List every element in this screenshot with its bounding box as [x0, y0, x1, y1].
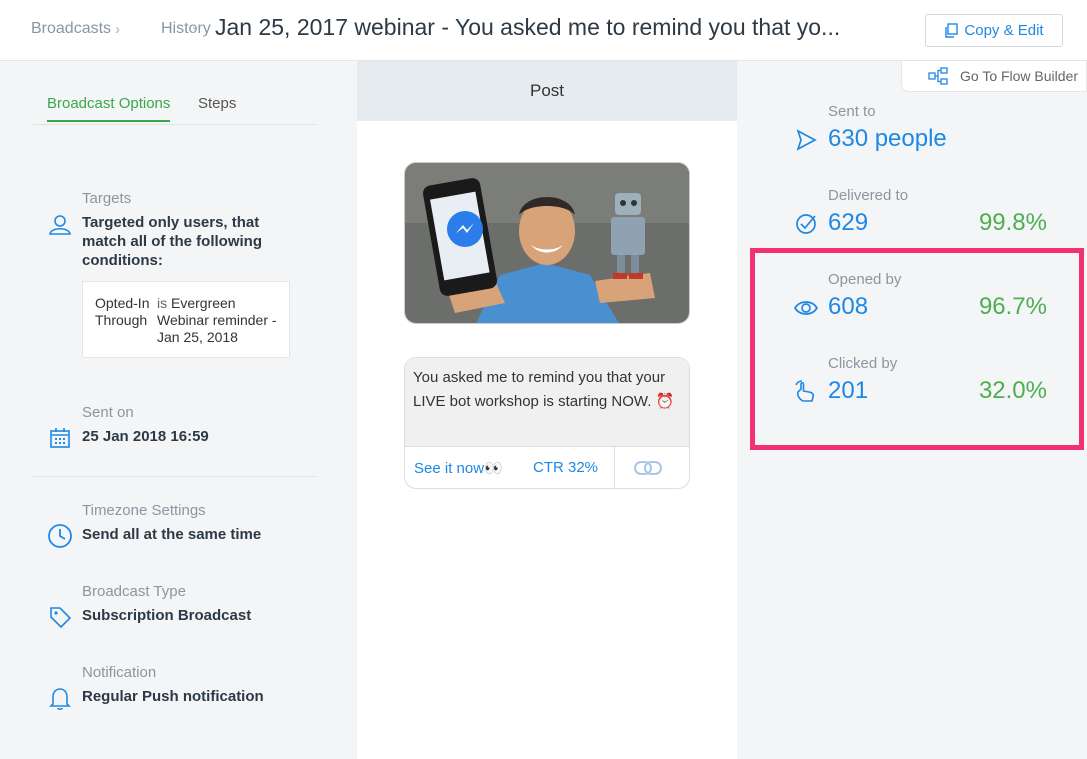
message-footer: See it now👀 CTR 32% [405, 446, 689, 488]
go-to-flow-builder-button[interactable]: Go To Flow Builder [901, 61, 1087, 92]
sent-to-label: Sent to [828, 103, 876, 120]
clock-icon [48, 524, 72, 548]
footer-divider [614, 447, 615, 488]
broadcast-type-label: Broadcast Type [82, 583, 186, 600]
delivered-pct: 99.8% [978, 209, 1047, 236]
tab-broadcast-options[interactable]: Broadcast Options [47, 95, 171, 122]
highlight-box [750, 248, 1084, 450]
timezone-value: Send all at the same time [82, 526, 262, 543]
condition-box: Opted-In Through is Evergreen Webinar re… [82, 281, 290, 358]
timezone-label: Timezone Settings [82, 502, 206, 519]
send-icon [796, 129, 817, 151]
see-it-now-button[interactable]: See it now👀 [414, 459, 503, 477]
section-divider [31, 476, 317, 477]
tab-steps[interactable]: Steps [198, 95, 236, 112]
calendar-icon [50, 428, 70, 448]
condition-key: Opted-In Through [95, 295, 150, 328]
check-circle-icon [796, 214, 816, 234]
post-image[interactable] [404, 162, 690, 324]
top-header: Broadcasts › History › Jan 25, 2017 webi… [0, 0, 1087, 61]
breadcrumb-history[interactable]: History [161, 20, 211, 38]
copy-icon [945, 23, 959, 38]
message-text: You asked me to remind you that your LIV… [405, 358, 689, 446]
page-title: Jan 25, 2017 webinar - You asked me to r… [215, 14, 841, 40]
notification-value: Regular Push notification [82, 688, 264, 705]
broadcast-type-value: Subscription Broadcast [82, 607, 252, 624]
delivered-label: Delivered to [828, 187, 909, 204]
tab-divider [31, 124, 317, 125]
post-header: Post [357, 61, 737, 121]
targets-label: Targets [82, 190, 132, 207]
flow-builder-icon [928, 67, 948, 85]
breadcrumb-broadcasts[interactable]: Broadcasts [31, 20, 111, 38]
delivered-value: 629 [828, 209, 869, 236]
user-icon [49, 215, 71, 235]
sent-on-value: 25 Jan 2018 16:59 [82, 428, 209, 445]
message-card: You asked me to remind you that your LIV… [404, 357, 690, 489]
tag-icon [50, 607, 72, 629]
condition-value: Evergreen Webinar reminder - Jan 25, 201… [157, 295, 277, 345]
broadcast-options-panel: Broadcast Options Steps Targets Targeted… [0, 61, 357, 759]
bell-icon [49, 688, 71, 710]
ctr-label: CTR 32% [533, 459, 599, 476]
sent-on-label: Sent on [82, 404, 134, 421]
notification-label: Notification [82, 664, 157, 681]
chevron-right-icon: › [192, 21, 197, 38]
targets-value: Targeted only users, that match all of t… [82, 214, 262, 269]
copy-edit-label: Copy & Edit [964, 22, 1044, 39]
chevron-right-icon: › [115, 21, 120, 38]
post-preview-panel: Post You asked me to remind you that you… [357, 61, 737, 759]
link-icon[interactable] [633, 457, 663, 479]
post-photo [405, 163, 689, 323]
copy-edit-button[interactable]: Copy & Edit [925, 14, 1063, 47]
sent-to-value: 630 people [828, 125, 947, 152]
flow-builder-label: Go To Flow Builder [960, 68, 1079, 84]
